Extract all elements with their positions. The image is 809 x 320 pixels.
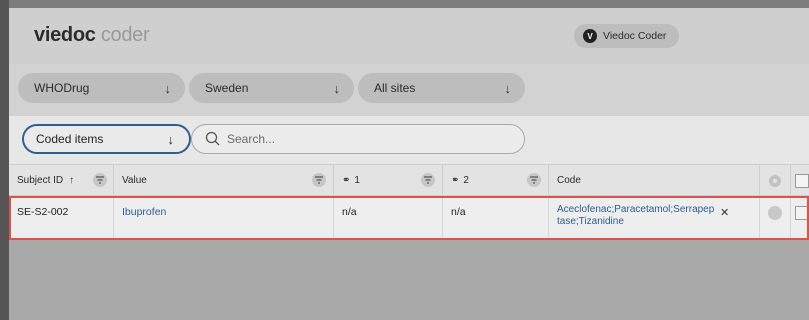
- cell-code: Aceclofenac;Paracetamol;Serrapeptase;Tiz…: [549, 196, 760, 240]
- gear-icon: [769, 174, 781, 187]
- table-row[interactable]: SE-S2-002 Ibuprofen n/a n/a Aceclofenac;…: [9, 196, 809, 240]
- link-icon: ⚭: [451, 175, 460, 186]
- dictionary-dropdown-label: WHODrug: [34, 81, 90, 95]
- country-dropdown-label: Sweden: [205, 81, 249, 95]
- column-value-label: Value: [122, 175, 147, 186]
- search-box[interactable]: [191, 124, 525, 154]
- down-arrow-icon: ↓: [167, 131, 175, 147]
- window-left-edge: [0, 0, 9, 320]
- dictionary-dropdown[interactable]: WHODrug ↓: [18, 73, 185, 103]
- avatar: V: [583, 29, 597, 43]
- site-dropdown[interactable]: All sites ↓: [358, 73, 525, 103]
- cell-subject-id: SE-S2-002: [9, 196, 114, 240]
- empty-area: [9, 240, 809, 320]
- code-value: Aceclofenac;Paracetamol;Serrapeptase;Tiz…: [557, 204, 715, 227]
- search-input[interactable]: [227, 132, 507, 146]
- sort-up-icon[interactable]: ↑: [69, 175, 74, 186]
- down-arrow-icon: ↓: [333, 80, 341, 96]
- column-select[interactable]: [791, 165, 809, 196]
- view-select[interactable]: Coded items ↓: [22, 124, 191, 154]
- column-attr1[interactable]: ⚭ 1: [334, 165, 443, 196]
- window-top-edge: [0, 0, 809, 8]
- filter-icon[interactable]: [93, 173, 107, 187]
- app-logo[interactable]: viedoc coder: [34, 24, 150, 47]
- view-select-label: Coded items: [36, 132, 104, 146]
- column-value[interactable]: Value: [114, 165, 334, 196]
- filter-bar: WHODrug ↓ Sweden ↓ All sites ↓: [9, 64, 809, 116]
- down-arrow-icon: ↓: [504, 80, 512, 96]
- cell-value: Ibuprofen: [114, 196, 334, 240]
- select-all-checkbox[interactable]: [795, 173, 809, 188]
- column-subject-id[interactable]: Subject ID ↑: [9, 165, 114, 196]
- filter-icon[interactable]: [421, 173, 435, 187]
- filter-icon[interactable]: [527, 173, 541, 187]
- column-attr2[interactable]: ⚭ 2: [443, 165, 549, 196]
- column-status: [760, 165, 791, 196]
- row-checkbox[interactable]: [795, 206, 809, 220]
- column-code[interactable]: Code: [549, 165, 760, 196]
- cell-attr2: n/a: [443, 196, 549, 240]
- table-header: Subject ID ↑ Value ⚭ 1 ⚭ 2 Code: [9, 164, 809, 196]
- cell-status: [760, 196, 791, 240]
- toolbar: Coded items ↓: [9, 116, 809, 164]
- link-icon: ⚭: [342, 175, 351, 186]
- column-attr2-label: 2: [463, 175, 469, 186]
- cell-select: [791, 196, 809, 240]
- close-icon[interactable]: ✕: [720, 206, 729, 219]
- app-header: viedoc coder V Viedoc Coder: [9, 8, 809, 64]
- cell-attr1: n/a: [334, 196, 443, 240]
- search-icon: [205, 131, 220, 146]
- user-name: Viedoc Coder: [603, 30, 667, 42]
- site-dropdown-label: All sites: [374, 81, 416, 95]
- column-code-label: Code: [557, 175, 581, 186]
- logo-light: coder: [100, 24, 150, 46]
- value-link[interactable]: Ibuprofen: [122, 206, 166, 218]
- country-dropdown[interactable]: Sweden ↓: [189, 73, 354, 103]
- column-attr1-label: 1: [354, 175, 360, 186]
- status-indicator: [768, 206, 782, 220]
- logo-bold: viedoc: [34, 24, 96, 46]
- column-subject-id-label: Subject ID: [17, 175, 64, 186]
- down-arrow-icon: ↓: [164, 80, 172, 96]
- filter-icon[interactable]: [312, 173, 326, 187]
- user-menu-button[interactable]: V Viedoc Coder: [574, 24, 679, 48]
